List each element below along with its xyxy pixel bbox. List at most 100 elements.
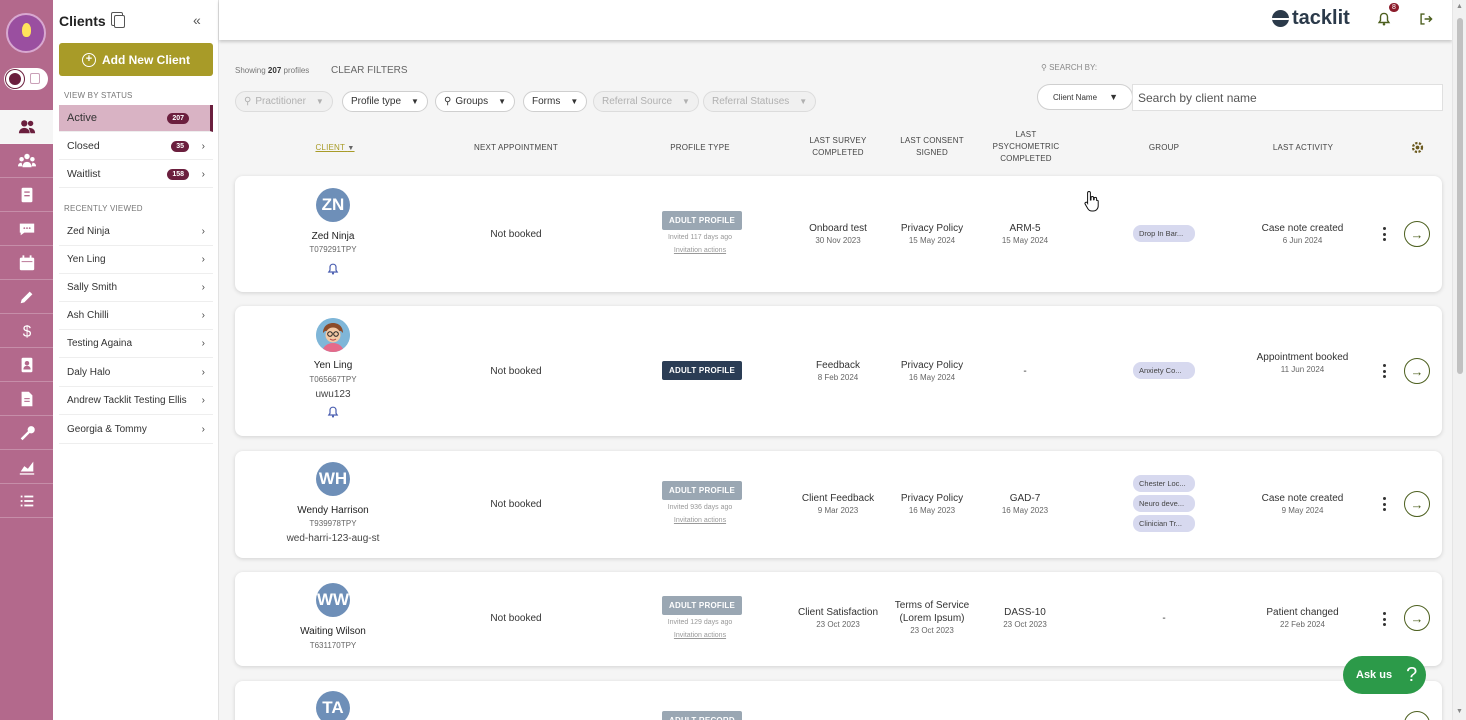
group-chip[interactable]: Anxiety Co...	[1133, 362, 1195, 379]
nav-analytics-icon[interactable]	[0, 450, 53, 484]
invitation-actions-link[interactable]: Invitation actions	[640, 247, 760, 254]
scroll-up-arrow-icon[interactable]: ▲	[1456, 3, 1463, 10]
consent-date: 15 May 2024	[908, 236, 956, 245]
nav-documents-icon[interactable]	[0, 382, 53, 416]
chevron-right-icon: ›	[201, 168, 205, 180]
invitation-actions-link[interactable]: Invitation actions	[640, 517, 760, 524]
recent-client-item[interactable]: Daly Halo ›	[59, 359, 213, 387]
recent-client-name: Testing Againa	[67, 338, 133, 349]
next-appointment: Not booked	[490, 229, 542, 240]
client-name[interactable]: Zed Ninja	[235, 231, 431, 242]
recent-client-item[interactable]: Yen Ling ›	[59, 246, 213, 274]
nav-notes-icon[interactable]	[0, 178, 53, 212]
chevron-right-icon: ›	[201, 424, 205, 435]
profile-type-badge: ADULT RECORD	[662, 711, 742, 720]
recent-client-item[interactable]: Georgia & Tommy ›	[59, 416, 213, 444]
nav-clients-icon[interactable]	[0, 110, 53, 144]
app-rail: $	[0, 0, 53, 720]
last-psychometric-cell: ARM-5 15 May 2024	[980, 222, 1070, 247]
status-label: Waitlist	[67, 168, 101, 180]
scrollbar-thumb[interactable]	[1457, 18, 1463, 374]
practice-logo[interactable]	[6, 13, 46, 53]
nav-calendar-icon[interactable]	[0, 246, 53, 280]
client-avatar: TA	[316, 691, 350, 720]
status-waitlist[interactable]: Waitlist 158 ›	[59, 161, 213, 188]
client-id: T065667TPY	[309, 375, 357, 384]
recent-client-name: Zed Ninja	[67, 226, 110, 237]
recent-client-name: Ash Chilli	[67, 310, 109, 321]
activity-name: Patient changed	[1266, 607, 1339, 618]
last-consent-cell: Terms of Service (Lorem Ipsum) 23 Oct 202…	[887, 599, 977, 637]
group-chip[interactable]: Drop In Bar...	[1133, 225, 1195, 242]
recent-client-item[interactable]: Ash Chilli ›	[59, 302, 213, 330]
filter-referral-statuses[interactable]: Referral Statuses ▼	[703, 91, 817, 112]
open-client-arrow-button[interactable]: →	[1404, 221, 1430, 247]
client-search-input[interactable]	[1132, 84, 1443, 111]
column-settings-gear-icon[interactable]	[1410, 140, 1425, 155]
group-chip[interactable]: Neuro deve...	[1133, 495, 1195, 512]
filter-practitioner[interactable]: ⚲ Practitioner ▼	[235, 91, 333, 112]
column-header-client[interactable]: CLIENT ▼	[305, 142, 365, 155]
next-appointment: Not booked	[490, 613, 542, 624]
nav-contacts-icon[interactable]	[0, 348, 53, 382]
clear-filters-link[interactable]: CLEAR FILTERS	[331, 65, 408, 76]
nav-messages-icon[interactable]	[0, 212, 53, 246]
search-icon: ⚲	[444, 96, 452, 107]
nav-tools-icon[interactable]	[0, 416, 53, 450]
brand-logo[interactable]: tacklit	[1272, 7, 1350, 30]
reminder-bell-icon[interactable]	[327, 263, 339, 275]
more-options-kebab-icon[interactable]	[1382, 612, 1386, 626]
group-chip[interactable]: Chester Loc...	[1133, 475, 1195, 492]
mode-toggle[interactable]	[4, 68, 48, 90]
recent-client-item[interactable]: Zed Ninja ›	[59, 218, 213, 246]
more-options-kebab-icon[interactable]	[1382, 364, 1386, 378]
open-client-arrow-button[interactable]: →	[1404, 605, 1430, 631]
survey-name: Client Satisfaction	[797, 607, 879, 618]
more-options-kebab-icon[interactable]	[1382, 227, 1386, 241]
search-icon: ⚲	[244, 96, 252, 107]
consent-name: Privacy Policy	[900, 223, 964, 234]
collapse-sidebar-icon[interactable]: «	[193, 12, 201, 28]
reminder-bell-icon[interactable]	[327, 406, 339, 418]
recent-client-item[interactable]: Andrew Tacklit Testing Ellis ›	[59, 387, 213, 415]
open-client-arrow-button[interactable]: →	[1404, 358, 1430, 384]
copy-icon[interactable]	[111, 12, 125, 28]
notifications-bell-icon[interactable]	[1377, 12, 1391, 26]
open-client-arrow-button[interactable]: →	[1404, 491, 1430, 517]
chevron-right-icon: ›	[201, 367, 205, 378]
filter-profile-type[interactable]: Profile type ▼	[342, 91, 428, 112]
logout-icon[interactable]	[1419, 12, 1433, 26]
filter-groups[interactable]: ⚲ Groups ▼	[435, 91, 516, 112]
nav-groups-icon[interactable]	[0, 144, 53, 178]
recent-client-item[interactable]: Sally Smith ›	[59, 274, 213, 302]
chevron-down-icon: ▼	[570, 97, 579, 106]
psychometric-name: DASS-10	[1004, 607, 1046, 618]
status-closed[interactable]: Closed 35 ›	[59, 133, 213, 160]
group-chip[interactable]: Clinician Tr...	[1133, 515, 1195, 532]
client-name[interactable]: Waiting Wilson	[235, 626, 431, 637]
nav-edit-icon[interactable]	[0, 280, 53, 314]
clients-sidebar: Clients « + Add New Client VIEW BY STATU…	[53, 0, 219, 720]
scroll-down-arrow-icon[interactable]: ▼	[1456, 708, 1463, 715]
status-active[interactable]: Active 207	[59, 105, 213, 132]
nav-billing-icon[interactable]: $	[0, 314, 53, 348]
invitation-actions-link[interactable]: Invitation actions	[640, 632, 760, 639]
client-avatar: WW	[316, 583, 350, 617]
search-field-select[interactable]: Client Name ▼	[1037, 84, 1133, 110]
client-card[interactable]	[235, 681, 1442, 720]
client-name[interactable]: Wendy Harrison	[235, 505, 431, 516]
page-scrollbar[interactable]: ▲ ▼	[1452, 0, 1466, 720]
chevron-right-icon: ›	[201, 338, 205, 349]
question-mark-icon: ?	[1406, 663, 1418, 686]
last-consent-cell: Privacy Policy 16 May 2024	[887, 359, 977, 384]
filter-forms[interactable]: Forms ▼	[523, 91, 588, 112]
column-header-last-survey: LAST SURVEY COMPLETED	[809, 136, 867, 157]
ask-us-help-button[interactable]: Ask us ?	[1343, 656, 1426, 694]
nav-tasks-icon[interactable]	[0, 484, 53, 518]
more-options-kebab-icon[interactable]	[1382, 497, 1386, 511]
add-new-client-button[interactable]: + Add New Client	[59, 43, 213, 76]
recent-client-item[interactable]: Testing Againa ›	[59, 330, 213, 358]
client-name[interactable]: Yen Ling	[235, 360, 431, 371]
filter-referral-source[interactable]: Referral Source ▼	[593, 91, 699, 112]
profiles-count-text: Showing 207 profiles	[235, 66, 309, 75]
